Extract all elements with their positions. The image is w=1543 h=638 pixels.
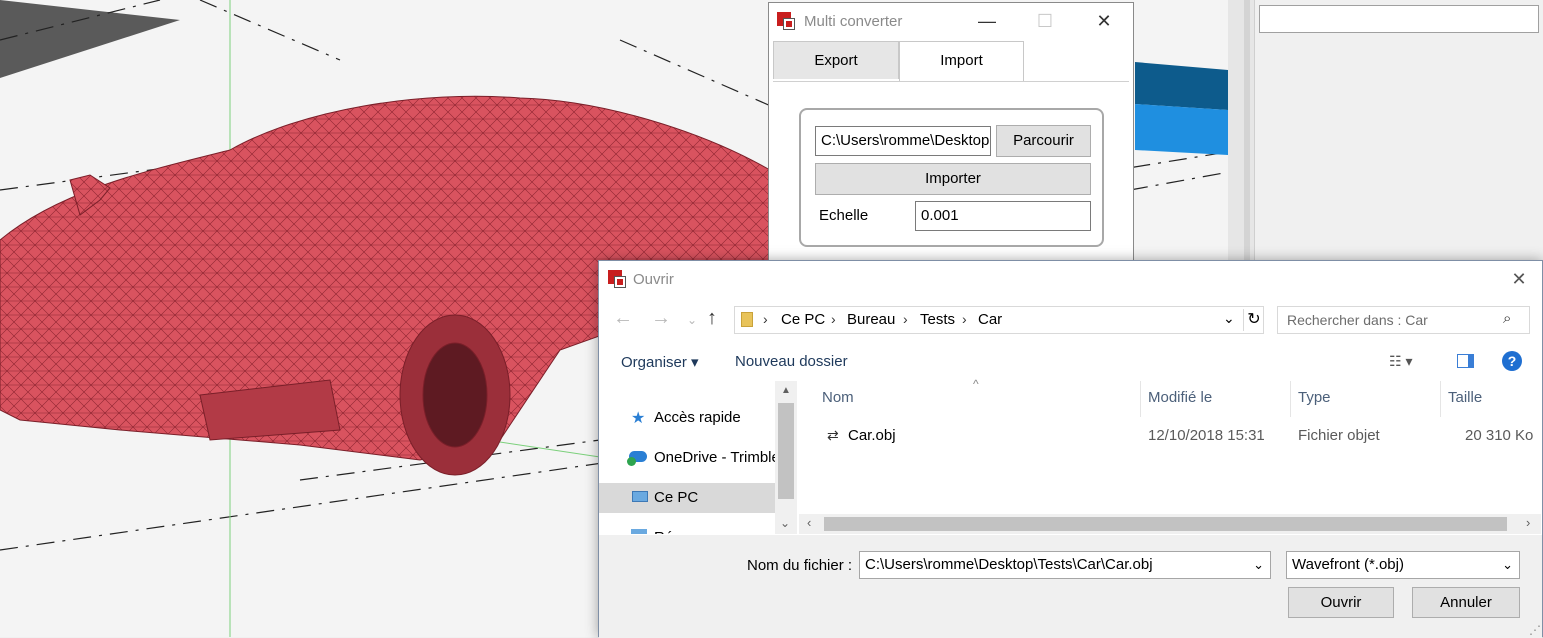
- resize-grip-icon[interactable]: ⋰: [1529, 623, 1541, 637]
- back-arrow-icon[interactable]: ←: [613, 307, 633, 330]
- file-size: 20 310 Ko: [1465, 427, 1534, 444]
- file-modified: 12/10/2018 15:31: [1148, 427, 1265, 444]
- od-toolbar: Organiser ▾ Nouveau dossier ☷ ▾ ?: [599, 343, 1542, 381]
- close-button[interactable]: ✕: [1090, 7, 1118, 35]
- sync-check-icon: [627, 457, 636, 466]
- file-name: Car.obj: [848, 427, 896, 444]
- mc-title: Multi converter: [804, 13, 903, 30]
- nav-item-onedrive[interactable]: OneDrive - Trimble: [599, 443, 780, 473]
- od-titlebar[interactable]: Ouvrir ✕: [599, 261, 1542, 299]
- up-arrow-icon[interactable]: ↑: [707, 307, 717, 330]
- obj-file-icon: ⇄: [827, 427, 839, 443]
- scroll-right-icon[interactable]: ›: [1526, 515, 1530, 530]
- blue-block-top: [1135, 62, 1228, 110]
- scroll-left-icon[interactable]: ‹: [807, 515, 811, 530]
- nav-item-quick-access[interactable]: ★ Accès rapide: [599, 403, 775, 433]
- close-button[interactable]: ✕: [1505, 265, 1533, 293]
- mc-tab-strip: Export Import: [773, 41, 1129, 82]
- od-navbar: ← → ⌄ ↑ › Ce PC › Bureau › Tests › Car ⌄…: [599, 301, 1542, 341]
- scroll-up-icon[interactable]: ▲: [781, 385, 791, 396]
- column-header-name[interactable]: Nom: [822, 389, 854, 406]
- mc-titlebar[interactable]: Multi converter — ☐ ✕: [769, 3, 1133, 39]
- column-separator[interactable]: [1440, 381, 1441, 417]
- navigation-pane: ★ Accès rapide OneDrive - Trimble Ce PC …: [599, 381, 799, 534]
- sort-arrow-icon: ^: [973, 377, 979, 391]
- network-icon: [631, 529, 647, 534]
- panel-input[interactable]: [1259, 5, 1539, 33]
- search-icon: ⌕: [1503, 310, 1512, 327]
- hscroll-thumb[interactable]: [824, 517, 1507, 531]
- chevron-right-icon: ›: [831, 311, 836, 327]
- tab-export[interactable]: Export: [773, 41, 899, 79]
- star-icon: ★: [631, 410, 646, 427]
- column-separator[interactable]: [1290, 381, 1291, 417]
- breadcrumb-item[interactable]: Ce PC: [781, 311, 825, 328]
- nav-scrollbar[interactable]: ▲ ⌄: [775, 381, 797, 534]
- scale-label: Echelle: [819, 207, 869, 224]
- folder-icon: [741, 312, 753, 327]
- cancel-button[interactable]: Annuler: [1412, 587, 1520, 618]
- multi-converter-window: Multi converter — ☐ ✕ Export Import C:\U…: [768, 2, 1134, 272]
- chevron-down-icon[interactable]: ⌄: [1253, 552, 1264, 578]
- chevron-down-icon[interactable]: ⌄: [1502, 552, 1513, 578]
- chevron-down-icon[interactable]: ⌄: [1223, 310, 1235, 327]
- organize-button[interactable]: Organiser ▾: [621, 353, 699, 371]
- chevron-right-icon: ›: [763, 311, 768, 327]
- column-header-size[interactable]: Taille: [1448, 389, 1482, 406]
- file-list: ^ Nom Modifié le Type Taille ⇄ Car.obj 1…: [801, 377, 1541, 534]
- od-footer: Nom du fichier : C:\Users\romme\Desktop\…: [599, 535, 1542, 638]
- filetype-value: Wavefront (*.obj): [1292, 556, 1404, 573]
- scroll-thumb[interactable]: [778, 403, 794, 499]
- nav-item-network[interactable]: Ré: [599, 523, 775, 534]
- filetype-select[interactable]: Wavefront (*.obj) ⌄: [1286, 551, 1520, 579]
- breadcrumb-item[interactable]: Tests: [920, 311, 955, 328]
- nav-item-this-pc[interactable]: Ce PC: [599, 483, 775, 513]
- minimize-button[interactable]: —: [973, 7, 1001, 35]
- chevron-right-icon: ›: [903, 311, 908, 327]
- address-bar[interactable]: › Ce PC › Bureau › Tests › Car ⌄ ↻: [734, 306, 1264, 334]
- blue-block-side: [1135, 104, 1228, 155]
- file-type: Fichier objet: [1298, 427, 1380, 444]
- search-input[interactable]: Rechercher dans : Car: [1277, 306, 1530, 334]
- ground-slab: [0, 0, 180, 78]
- browse-button[interactable]: Parcourir: [996, 125, 1091, 157]
- app-logo-icon: [608, 270, 626, 288]
- nav-item-label: Ré: [654, 529, 673, 534]
- new-folder-button[interactable]: Nouveau dossier: [735, 353, 848, 370]
- breadcrumb-item[interactable]: Bureau: [847, 311, 895, 328]
- app-logo-icon: [777, 12, 795, 30]
- import-group: C:\Users\romme\Desktop Parcourir Importe…: [799, 108, 1104, 247]
- breadcrumb-item[interactable]: Car: [978, 311, 1002, 328]
- filename-label: Nom du fichier :: [747, 557, 853, 574]
- chevron-right-icon: ›: [962, 311, 967, 327]
- column-header-modified[interactable]: Modifié le: [1148, 389, 1212, 406]
- path-field[interactable]: C:\Users\romme\Desktop: [815, 126, 991, 156]
- nav-item-label: OneDrive - Trimble: [654, 449, 780, 466]
- refresh-icon[interactable]: ↻: [1243, 309, 1264, 331]
- file-list-hscrollbar[interactable]: ‹ ›: [799, 514, 1541, 534]
- column-separator[interactable]: [1140, 381, 1141, 417]
- preview-pane-icon[interactable]: [1457, 354, 1474, 368]
- recent-chevron-icon[interactable]: ⌄: [687, 313, 697, 327]
- nav-item-label: Accès rapide: [654, 409, 741, 426]
- open-file-dialog: Ouvrir ✕ ← → ⌄ ↑ › Ce PC › Bureau › Test…: [598, 260, 1543, 638]
- filename-input[interactable]: C:\Users\romme\Desktop\Tests\Car\Car.obj…: [859, 551, 1271, 579]
- scale-field[interactable]: 0.001: [915, 201, 1091, 231]
- scroll-down-icon[interactable]: ⌄: [780, 516, 790, 530]
- open-button[interactable]: Ouvrir: [1288, 587, 1394, 618]
- od-title: Ouvrir: [633, 271, 674, 288]
- forward-arrow-icon[interactable]: →: [651, 307, 671, 330]
- nav-item-label: Ce PC: [654, 489, 699, 506]
- tab-import[interactable]: Import: [899, 41, 1024, 81]
- column-header-type[interactable]: Type: [1298, 389, 1331, 406]
- filename-value: C:\Users\romme\Desktop\Tests\Car\Car.obj: [865, 556, 1153, 573]
- computer-icon: [632, 491, 648, 502]
- import-button[interactable]: Importer: [815, 163, 1091, 195]
- view-options-icon[interactable]: ☷ ▾: [1389, 353, 1412, 370]
- maximize-button[interactable]: ☐: [1031, 7, 1059, 35]
- help-icon[interactable]: ?: [1502, 351, 1522, 371]
